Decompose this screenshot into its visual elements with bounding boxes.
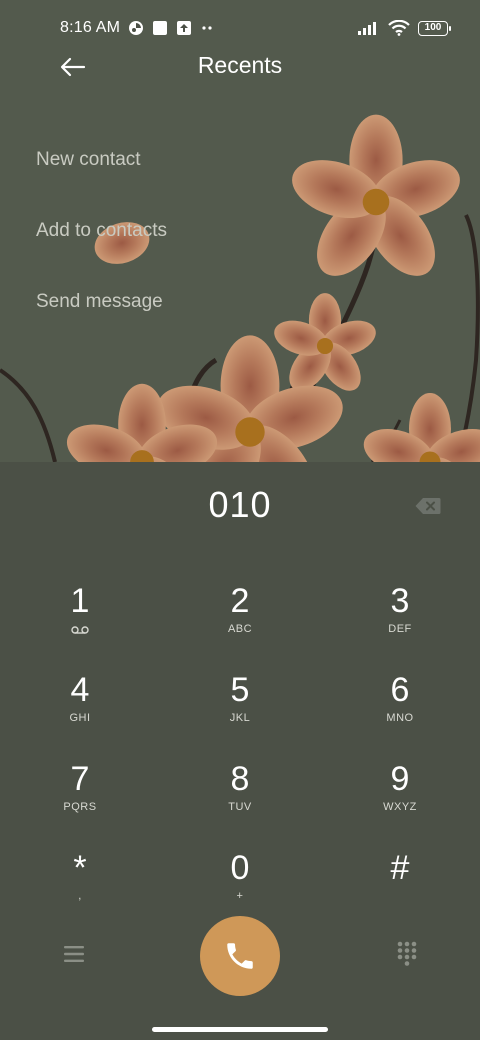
dialed-number: 010 (208, 484, 272, 525)
dialpad-toggle-button[interactable] (394, 940, 420, 968)
blank-square-icon (152, 20, 168, 36)
status-left: 8:16 AM (60, 19, 216, 37)
voicemail-icon (71, 624, 89, 636)
key-digit: 5 (230, 671, 250, 709)
battery-icon: 100 (418, 20, 451, 36)
add-to-contacts-action[interactable]: Add to contacts (36, 211, 167, 282)
key-9[interactable]: 9 WXYZ (320, 748, 480, 837)
key-digit: 4 (70, 671, 90, 709)
key-star[interactable]: * , (0, 837, 160, 926)
key-digit: 0 (230, 849, 250, 887)
key-letters: WXYZ (383, 801, 417, 813)
key-letters: MNO (386, 712, 414, 724)
key-digit: 3 (390, 582, 410, 620)
header: Recents (0, 40, 480, 94)
home-indicator[interactable] (152, 1027, 328, 1032)
key-3[interactable]: 3 DEF (320, 570, 480, 659)
page-title: Recents (197, 52, 283, 78)
key-5[interactable]: 5 JKL (160, 659, 320, 748)
upload-icon (176, 20, 192, 36)
menu-icon (64, 946, 84, 962)
key-letters: JKL (229, 712, 251, 724)
status-time: 8:16 AM (60, 19, 121, 36)
key-digit: 6 (390, 671, 410, 709)
key-7[interactable]: 7 PQRS (0, 748, 160, 837)
key-digit: 1 (70, 582, 90, 620)
key-letters: TUV (228, 801, 252, 813)
more-dots-icon (200, 20, 216, 36)
key-1[interactable]: 1 (0, 570, 160, 659)
key-letters: PQRS (63, 801, 97, 813)
dialpad-icon (397, 941, 417, 966)
backspace-icon (415, 498, 441, 514)
new-contact-action[interactable]: New contact (36, 140, 167, 211)
recent-actions: New contact Add to contacts Send message (36, 140, 167, 353)
backspace-button[interactable] (412, 494, 444, 518)
key-letters: , (78, 890, 82, 902)
menu-button[interactable] (60, 940, 88, 968)
signal-icon (358, 21, 380, 35)
key-letters: ABC (227, 623, 253, 635)
key-2[interactable]: 2 ABC (160, 570, 320, 659)
key-6[interactable]: 6 MNO (320, 659, 480, 748)
key-digit: 9 (390, 760, 410, 798)
app-notification-icon (128, 20, 144, 36)
status-right: 100 (358, 20, 451, 36)
send-message-action[interactable]: Send message (36, 282, 167, 353)
keypad: 1 2 ABC 3 DEF 4 GHI 5 JKL 6 MNO 7 PQRS 8… (0, 570, 480, 926)
key-hash[interactable]: # (320, 837, 480, 926)
key-digit: 8 (230, 760, 250, 798)
key-digit: 7 (70, 760, 90, 798)
wifi-icon (388, 20, 410, 36)
call-button[interactable] (200, 916, 280, 996)
key-letters: + (236, 890, 244, 902)
phone-icon (227, 943, 253, 969)
key-digit: 2 (230, 582, 250, 620)
key-letters: GHI (69, 712, 91, 724)
key-letters: DEF (388, 623, 412, 635)
key-digit: * (73, 849, 87, 887)
key-digit: # (390, 849, 410, 887)
key-4[interactable]: 4 GHI (0, 659, 160, 748)
key-0[interactable]: 0 + (160, 837, 320, 926)
key-8[interactable]: 8 TUV (160, 748, 320, 837)
